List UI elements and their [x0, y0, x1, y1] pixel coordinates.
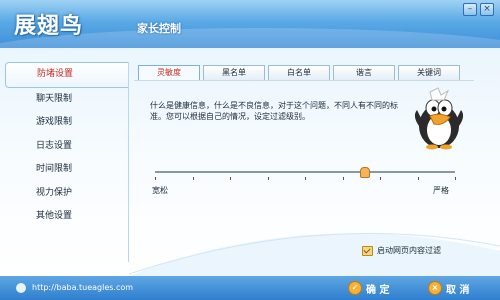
header-bar: 展翅鸟 家长控制 – ×: [0, 0, 500, 48]
filter-level-slider-track[interactable]: [155, 171, 455, 173]
checkbox-icon[interactable]: [362, 245, 373, 256]
sidebar-item-block-settings[interactable]: 防堵设置: [5, 62, 129, 88]
cancel-icon: ×: [428, 281, 442, 295]
tab-bar: 灵敏度 黑名单 白名单 谐言 关键词: [138, 65, 460, 81]
tab-keywords[interactable]: 关键词: [398, 65, 460, 81]
slider-tick: [418, 177, 419, 180]
slider-tick: [343, 177, 344, 180]
window-controls: – ×: [463, 3, 494, 16]
slider-tick: [155, 177, 156, 180]
page-title: 家长控制: [137, 22, 181, 35]
slider-tick: [380, 177, 381, 180]
ok-icon: ✓: [348, 281, 362, 295]
footer-bar: http://baba.tueagles.com ✓ 确 定 × 取 消: [0, 276, 500, 300]
ok-button[interactable]: ✓ 确 定: [348, 280, 389, 296]
eagle-mascot-icon: [414, 87, 464, 150]
tab-underline: [134, 80, 474, 81]
sidebar-item-time-limit[interactable]: 时间限制: [0, 158, 128, 182]
ok-button-label: 确 定: [366, 284, 390, 296]
minimize-button[interactable]: –: [463, 3, 477, 16]
slider-tick: [230, 177, 231, 180]
app-brand: 展翅鸟: [14, 14, 84, 39]
filter-description: 什么是健康信息，什么是不良信息，对于这个问题，不同人有不同的标准。您可以根据自己…: [150, 101, 398, 121]
cancel-button[interactable]: × 取 消: [428, 280, 469, 296]
sidebar-item-other-settings[interactable]: 其他设置: [0, 205, 128, 229]
footer-url: http://baba.tueagles.com: [32, 283, 134, 292]
slider-tick: [193, 177, 194, 180]
close-button[interactable]: ×: [480, 3, 494, 16]
sidebar-item-eye-protection[interactable]: 视力保护: [0, 182, 128, 206]
sidebar: 防堵设置 聊天限制 游戏限制 日志设置 时间限制 视力保护 其他设置: [0, 62, 129, 229]
sidebar-item-chat-limit[interactable]: 聊天限制: [0, 88, 128, 112]
enable-web-filter-label: 启动网页内容过滤: [377, 246, 441, 255]
sidebar-item-game-limit[interactable]: 游戏限制: [0, 111, 128, 135]
decorative-swoosh: [129, 233, 500, 276]
sidebar-item-log-settings[interactable]: 日志设置: [0, 135, 128, 159]
tab-whitelist[interactable]: 白名单: [268, 65, 330, 81]
slider-tick: [455, 177, 456, 180]
slider-tick: [305, 177, 306, 180]
tab-sensitivity[interactable]: 灵敏度: [138, 65, 200, 81]
tab-blacklist[interactable]: 黑名单: [203, 65, 265, 81]
globe-icon: [16, 283, 26, 293]
tab-phrases[interactable]: 谐言: [333, 65, 395, 81]
slider-min-label: 宽松: [152, 186, 168, 195]
enable-web-filter-checkbox[interactable]: 启动网页内容过滤: [362, 245, 441, 256]
slider-tick: [268, 177, 269, 180]
slider-max-label: 严格: [433, 186, 449, 195]
cancel-button-label: 取 消: [446, 284, 470, 296]
filter-level-slider-thumb[interactable]: [360, 167, 370, 178]
